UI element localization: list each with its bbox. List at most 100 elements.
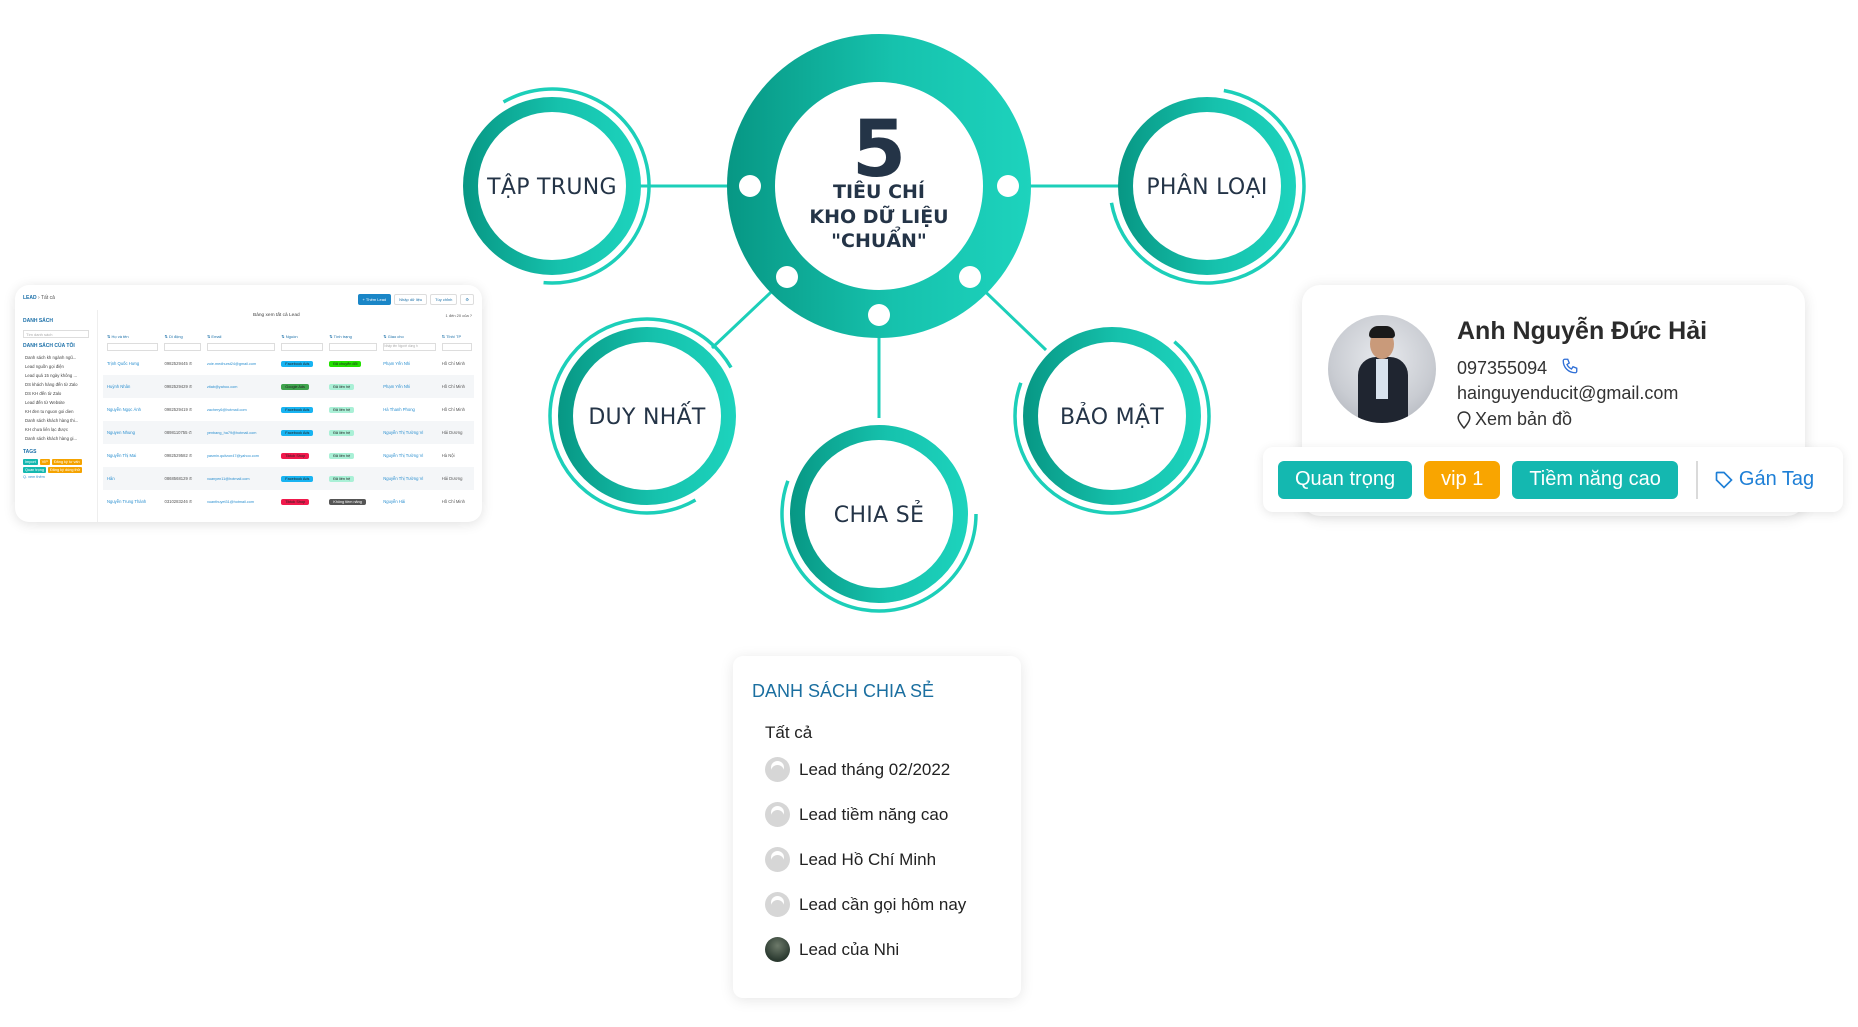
list-item[interactable]: Lead quá 15 ngày không ... bbox=[23, 371, 89, 380]
contact-tag[interactable]: Tiềm năng cao bbox=[1512, 460, 1678, 499]
table-cell: Nguyễn Hải bbox=[383, 499, 406, 504]
user-avatar-icon bbox=[765, 802, 790, 827]
table-cell: Hà Thanh Phong bbox=[383, 407, 415, 412]
table-row[interactable]: Nguyễn Trung Thành 0310283246 ✆ xuanthuyet… bbox=[103, 490, 474, 513]
table-cell: Nguyễn Ngọc Ánh bbox=[107, 407, 141, 412]
assign-tag-label: Gán Tag bbox=[1738, 468, 1815, 490]
table-title: Bảng xem tất cả Lead bbox=[253, 313, 300, 318]
column-filter-input[interactable] bbox=[206, 343, 276, 351]
tag-chip[interactable]: VIP bbox=[39, 459, 50, 465]
filter-row: Nhập tên Người dùng h bbox=[103, 342, 474, 352]
list-item[interactable]: Danh sách kh ngành ngũ... bbox=[23, 353, 89, 362]
user-avatar-icon bbox=[765, 937, 790, 962]
tag-chip[interactable]: Quan trọng bbox=[23, 467, 46, 473]
user-avatar-icon bbox=[765, 847, 790, 872]
shared-list-all[interactable]: Tất cả bbox=[765, 723, 812, 743]
status-badge: Đã liên hệ bbox=[329, 406, 355, 413]
table-cell: Hồ Chí Minh bbox=[441, 499, 465, 504]
pager: 1 đến 20 của ? bbox=[445, 313, 472, 318]
shared-list-item[interactable]: Lead cần gọi hôm nay bbox=[765, 892, 966, 917]
shared-list-item[interactable]: Lead Hồ Chí Minh bbox=[765, 847, 936, 872]
column-filter-input[interactable] bbox=[329, 343, 378, 351]
status-badge: Đã liên hệ bbox=[329, 383, 355, 390]
criterion-tap-trung: TẬP TRUNG bbox=[463, 87, 651, 285]
table-cell: Nguyễn Thị Tường Vi bbox=[379, 467, 438, 490]
criterion-label: TẬP TRUNG bbox=[486, 174, 617, 200]
criterion-label: PHÂN LOẠI bbox=[1146, 174, 1267, 200]
see-more-link[interactable]: Q. xem thêm bbox=[23, 475, 89, 479]
table-cell: Hà Nội bbox=[441, 453, 455, 458]
shared-list-item[interactable]: Lead tiềm năng cao bbox=[765, 802, 948, 827]
table-cell: Đã liên hệ bbox=[325, 467, 380, 490]
column-header[interactable]: ⇅ Họ và tên bbox=[103, 330, 160, 342]
add-lead-button[interactable]: + Thêm Lead bbox=[357, 294, 392, 305]
table-cell: yasmin.quitzon47@yahoo.com bbox=[206, 453, 259, 458]
table-cell: zitab@yahoo.com bbox=[202, 375, 278, 398]
connector-dot bbox=[739, 175, 761, 197]
shared-list-item[interactable]: Lead của Nhi bbox=[765, 937, 899, 962]
list-item[interactable]: DS khách hàng đến từ Zalo bbox=[23, 380, 89, 389]
table-cell: 0310283246 ✆ bbox=[164, 499, 193, 504]
status-badge: Đã liên hệ bbox=[329, 429, 355, 436]
list-item[interactable]: KH đen tu nguon goi dien bbox=[23, 407, 89, 416]
column-header[interactable]: ⇅ Tỉnh/ TP bbox=[438, 330, 474, 342]
list-item[interactable]: Lead đến từ Website bbox=[23, 398, 89, 407]
map-link[interactable]: Xem bản đồ bbox=[1457, 409, 1572, 430]
criterion-duy-nhat: DUY NHẤT bbox=[548, 317, 736, 515]
connector-dot bbox=[776, 266, 798, 288]
assign-tag-button[interactable]: Gán Tag bbox=[1714, 468, 1814, 491]
table-row[interactable]: Huỳnh Nhân 0982529429 ✆ zitab@yahoo.com Goo… bbox=[103, 375, 474, 398]
table-cell: 0982529582 ✆ bbox=[164, 453, 193, 458]
table-cell: Đã liên hệ bbox=[325, 421, 380, 444]
column-filter-input[interactable] bbox=[441, 343, 472, 351]
criterion-bao-mat: BẢO MẬT bbox=[1013, 327, 1211, 515]
list-item[interactable]: DS KH đến từ Zalo bbox=[23, 389, 89, 398]
customize-button[interactable]: Tùy chỉnh bbox=[430, 294, 458, 305]
column-header[interactable]: ⇅ Tình trạng bbox=[325, 330, 379, 342]
tag-chip[interactable]: Đăng ký tư vấn bbox=[51, 459, 82, 465]
shared-list-label: Lead tiềm năng cao bbox=[799, 804, 949, 824]
list-item[interactable]: Danh sách khách hàng thi... bbox=[23, 416, 89, 425]
shared-list-item[interactable]: Lead tháng 02/2022 bbox=[765, 757, 950, 782]
import-button[interactable]: Nhập dữ liệu bbox=[394, 294, 428, 305]
table-cell: 0982529419 ✆ bbox=[164, 407, 193, 412]
column-filter-input[interactable] bbox=[107, 343, 159, 351]
table-cell: Tiktok Shop bbox=[277, 490, 325, 513]
table-row[interactable]: Nguyen Nhung 0898110755 ✆ yenbang_ha79@hot… bbox=[103, 421, 474, 444]
tag-chip[interactable]: Import bbox=[23, 459, 38, 465]
table-row[interactable]: Nguyễn Ngọc Ánh 0982529419 ✆ zachery6@hotm… bbox=[103, 398, 474, 421]
breadcrumb-root[interactable]: LEAD bbox=[23, 295, 37, 301]
user-avatar-icon bbox=[765, 757, 790, 782]
table-cell: Đã liên hệ bbox=[325, 444, 379, 467]
column-header[interactable]: ⇅ Nguồn bbox=[277, 330, 325, 342]
column-header[interactable]: ⇅ Di động bbox=[160, 330, 202, 342]
phone-icon[interactable] bbox=[1561, 357, 1579, 380]
column-filter-input[interactable]: Nhập tên Người dùng h bbox=[383, 343, 436, 351]
table-row[interactable]: Trịnh Quốc Hưng 0982529445 ✆ zoie.medhurst… bbox=[103, 352, 474, 375]
column-header[interactable]: ⇅ Email bbox=[203, 330, 277, 342]
status-badge: Không tiềm năng bbox=[329, 498, 366, 505]
table-cell: Hồ Chí Minh bbox=[437, 375, 474, 398]
list-item[interactable]: KH chưa liên lạc được bbox=[23, 425, 89, 434]
breadcrumb: LEAD › Tất cả bbox=[23, 295, 55, 301]
table-row[interactable]: Hân 0868568129 ✆ xuanyen11@hotmail.com Face… bbox=[103, 467, 474, 490]
table-cell: xuanyen11@hotmail.com bbox=[202, 467, 278, 490]
column-filter-input[interactable] bbox=[164, 343, 201, 351]
table-row[interactable]: Nguyễn Thị Mai 0982529582 ✆ yasmin.quitzon… bbox=[103, 444, 474, 467]
contact-tag[interactable]: vip 1 bbox=[1424, 460, 1501, 499]
list-item[interactable]: Lead nguồn gọi điện bbox=[23, 362, 89, 371]
source-badge: Facebook Ads bbox=[281, 475, 314, 482]
settings-icon[interactable]: ⚙ bbox=[460, 294, 474, 305]
source-badge: Facebook Ads bbox=[281, 429, 314, 436]
shared-list-label: Lead của Nhi bbox=[799, 939, 900, 959]
tag-chip[interactable]: Đăng ký dùng thử bbox=[48, 467, 83, 473]
table-cell: Facebook Ads bbox=[277, 421, 326, 444]
contact-tag[interactable]: Quan trọng bbox=[1278, 460, 1413, 499]
my-lists-title: DANH SÁCH CỦA TÔI bbox=[23, 343, 75, 349]
list-item[interactable]: Danh sách khách hàng gi... bbox=[23, 434, 89, 443]
table-cell: Facebook Ads bbox=[277, 352, 325, 375]
table-cell: yenbang_ha79@hotmail.com bbox=[202, 421, 278, 444]
column-header[interactable]: ⇅ Giao cho bbox=[379, 330, 437, 342]
column-filter-input[interactable] bbox=[281, 343, 324, 351]
list-search-input[interactable]: Tìm danh sách bbox=[23, 330, 89, 338]
